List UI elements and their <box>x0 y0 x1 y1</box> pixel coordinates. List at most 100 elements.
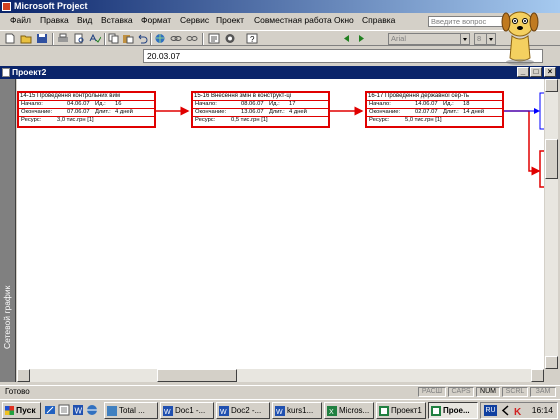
scroll-down-arrow-icon[interactable] <box>545 356 558 369</box>
task-finish-label: Окончание: <box>21 109 53 115</box>
link-arrow <box>504 110 541 176</box>
menu-tools[interactable]: Сервис <box>180 15 209 26</box>
chevron-down-icon[interactable] <box>486 34 495 44</box>
task-name: 15-16 Внесення змін в конструкт-ці <box>193 93 328 101</box>
status-indicator-ext: РАСШ <box>418 387 446 397</box>
vertical-scrollbar[interactable] <box>544 79 558 369</box>
taskbar-button-doc1[interactable]: W Doc1 -... <box>160 402 214 419</box>
office-assistant-dog-icon[interactable] <box>498 6 542 66</box>
scroll-right-arrow-icon[interactable] <box>531 369 544 382</box>
font-size-value: 8 <box>477 34 482 43</box>
project-document-icon <box>2 68 10 77</box>
task-id-label: Ид.: <box>443 101 454 107</box>
font-name-value: Arial <box>391 34 407 43</box>
task-resource-value: 0,5 тис.грн [1] <box>231 117 268 123</box>
taskbar-button-kurs1[interactable]: W kurs1... <box>272 402 322 419</box>
total-commander-icon <box>107 406 117 416</box>
start-button[interactable]: Пуск <box>2 402 41 419</box>
task-resource-label: Ресурс: <box>195 117 216 123</box>
menu-help[interactable]: Справка <box>362 15 395 26</box>
document-title: Проект2 <box>12 67 47 77</box>
close-button[interactable]: × <box>544 67 556 77</box>
task-resource-value: 5,0 тис.грн [1] <box>405 117 442 123</box>
system-tray: RU K 16:14 <box>480 402 558 419</box>
status-text: Готово <box>5 387 30 396</box>
language-indicator[interactable]: RU <box>484 405 497 416</box>
quicklaunch-explorer-icon[interactable] <box>86 404 98 416</box>
task-row-resource: Ресурс: 5,0 тис.грн [1] <box>367 117 502 125</box>
quicklaunch-word-icon[interactable]: W <box>72 404 84 416</box>
task-resource-label: Ресурс: <box>21 117 42 123</box>
project-app-icon <box>2 2 11 11</box>
task-start-value: 14.06.07 <box>415 101 438 107</box>
menu-view[interactable]: Вид <box>77 15 92 26</box>
svg-text:?: ? <box>250 35 255 44</box>
print-icon[interactable] <box>57 33 69 44</box>
taskbar-button-project2[interactable]: Прое... <box>428 402 478 419</box>
task-row-finish: Окончание: 13.06.07 Длит.: 4 дней <box>193 109 328 117</box>
menu-collaborate[interactable]: Совместная работа <box>254 15 332 26</box>
clock: 16:14 <box>531 405 553 415</box>
antivirus-k-icon[interactable]: K <box>513 405 524 416</box>
hyperlink-globe-icon[interactable] <box>154 33 166 44</box>
taskbar-button-doc2[interactable]: W Doc2 -... <box>216 402 270 419</box>
menu-edit[interactable]: Правка <box>40 15 69 26</box>
minimize-button[interactable]: _ <box>517 67 529 77</box>
task-row-resource: Ресурс: 3,0 тис.грн [1] <box>19 117 154 125</box>
open-folder-icon[interactable] <box>20 33 32 44</box>
paste-icon[interactable] <box>122 33 134 44</box>
word-document-icon: W <box>219 406 229 416</box>
unlink-tasks-icon[interactable] <box>186 33 198 44</box>
menu-insert[interactable]: Вставка <box>101 15 133 26</box>
view-bar: Сетевой график <box>0 79 16 382</box>
task-node[interactable]: 14-15 Проведення контрольних вим Начало:… <box>17 91 156 128</box>
scroll-left-arrow-icon[interactable] <box>17 369 30 382</box>
scroll-up-arrow-icon[interactable] <box>545 79 558 92</box>
copy-picture-icon[interactable] <box>224 33 236 44</box>
start-label: Пуск <box>16 405 36 415</box>
font-name-select[interactable]: Arial <box>388 33 470 45</box>
taskbar-button-total[interactable]: Total ... <box>104 402 158 419</box>
chevron-left-icon[interactable] <box>501 405 511 416</box>
save-icon[interactable] <box>36 33 48 44</box>
task-row-finish: Окончание: 02.07.07 Длит.: 14 дней <box>367 109 502 117</box>
entry-field[interactable]: 20.03.07 <box>143 49 543 63</box>
task-id-value: 17 <box>289 101 296 107</box>
spelling-icon[interactable] <box>89 33 101 44</box>
menu-window[interactable]: Окно <box>334 15 354 26</box>
chevron-down-icon[interactable] <box>460 34 469 44</box>
link-tasks-icon[interactable] <box>170 33 182 44</box>
quicklaunch-desktop-icon[interactable] <box>44 404 56 416</box>
entry-bar: 20.03.07 <box>0 48 560 64</box>
task-node[interactable]: 16-17 Проведення державної сер-ть Начало… <box>365 91 504 128</box>
menu-format[interactable]: Формат <box>141 15 171 26</box>
arrow-right-icon[interactable] <box>356 33 368 44</box>
toolbar-separator <box>202 33 204 45</box>
copy-icon[interactable] <box>108 33 120 44</box>
restore-button[interactable]: □ <box>530 67 542 77</box>
view-label-network-diagram[interactable]: Сетевой график <box>2 286 12 349</box>
task-row-start: Начало: 04.06.07 Ид.: 16 <box>19 101 154 109</box>
taskbar-button-project1[interactable]: Проект1 <box>376 402 426 419</box>
network-diagram-canvas[interactable]: 14-15 Проведення контрольних вим Начало:… <box>17 79 544 369</box>
vertical-scroll-thumb[interactable] <box>545 139 558 179</box>
taskbar-button-microsoft[interactable]: X Micros... <box>324 402 374 419</box>
menu-file[interactable]: Файл <box>10 15 31 26</box>
horizontal-scroll-thumb[interactable] <box>157 369 237 382</box>
task-node[interactable]: 15-16 Внесення змін в конструкт-ці Начал… <box>191 91 330 128</box>
help-icon[interactable]: ? <box>246 33 258 44</box>
svg-text:W: W <box>75 407 83 416</box>
font-size-select[interactable]: 8 <box>474 33 496 45</box>
svg-text:W: W <box>164 409 171 416</box>
task-information-icon[interactable] <box>208 33 220 44</box>
print-preview-icon[interactable] <box>73 33 85 44</box>
task-start-label: Начало: <box>369 101 391 107</box>
task-duration-label: Длит.: <box>443 109 459 115</box>
undo-icon[interactable] <box>136 33 148 44</box>
new-document-icon[interactable] <box>4 33 16 44</box>
menu-project[interactable]: Проект <box>216 15 244 26</box>
quicklaunch-notes-icon[interactable] <box>58 404 70 416</box>
arrow-left-icon[interactable] <box>340 33 352 44</box>
horizontal-scrollbar[interactable] <box>17 369 544 382</box>
svg-text:X: X <box>329 409 334 416</box>
